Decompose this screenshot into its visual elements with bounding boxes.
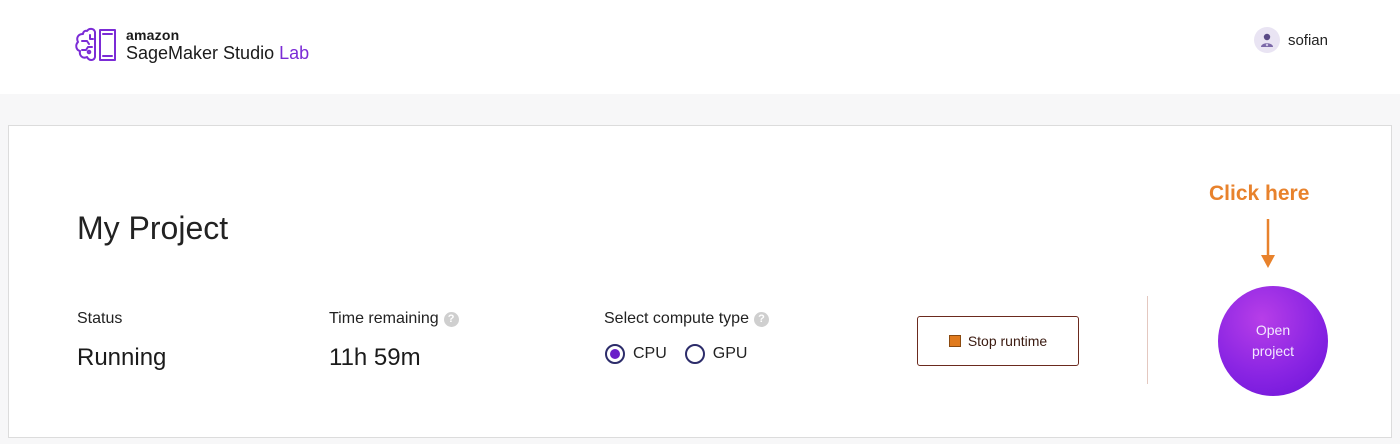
help-icon[interactable]: ?: [443, 311, 459, 327]
compute-option-gpu[interactable]: GPU: [684, 344, 748, 364]
compute-type-label-text: Select compute type: [604, 310, 749, 327]
time-remaining-label-text: Time remaining: [329, 310, 439, 327]
brain-logo-icon: [75, 27, 116, 61]
help-icon[interactable]: ?: [753, 311, 769, 327]
open-project-button[interactable]: Open project: [1218, 286, 1328, 396]
top-bar: amazon SageMaker Studio Lab sofian: [0, 0, 1400, 94]
brand-text: amazon SageMaker Studio Lab: [126, 28, 309, 63]
brand-amazon: amazon: [126, 26, 180, 43]
studio-lab-logo[interactable]: amazon SageMaker Studio Lab: [74, 24, 309, 66]
status-value: Running: [77, 344, 167, 371]
compute-type-label: Select compute type?: [604, 310, 769, 328]
avatar: [1253, 27, 1280, 53]
user-avatar-icon: [1260, 33, 1273, 47]
stop-runtime-button[interactable]: Stop runtime: [917, 316, 1079, 366]
project-card: My Project Status Running Time remaining…: [8, 125, 1392, 438]
time-remaining-label: Time remaining?: [329, 310, 459, 328]
compute-option-cpu[interactable]: CPU: [605, 344, 667, 364]
user-menu[interactable]: sofian: [1253, 27, 1328, 53]
compute-type-radio-group: CPU GPU: [605, 344, 765, 364]
page-title: My Project: [77, 210, 229, 246]
brand-product-name: SageMaker Studio Lab: [126, 43, 309, 63]
stop-icon: [948, 335, 961, 347]
user-name: sofian: [1287, 31, 1328, 49]
time-remaining-value: 11h 59m: [329, 344, 421, 371]
compute-option-label: GPU: [712, 345, 748, 362]
open-project-label: Open project: [1251, 322, 1295, 359]
compute-option-label: CPU: [633, 345, 667, 362]
vertical-divider: [1147, 296, 1148, 384]
radio-button-checked[interactable]: [605, 344, 625, 364]
stop-runtime-label: Stop runtime: [967, 333, 1048, 349]
brand-product-main: SageMaker Studio: [126, 42, 275, 63]
arrow-down-icon: [1261, 219, 1275, 268]
status-label: Status: [77, 310, 123, 327]
click-here-annotation: Click here: [1209, 182, 1310, 205]
radio-button[interactable]: [684, 344, 705, 364]
brand-product-accent: Lab: [279, 42, 310, 63]
